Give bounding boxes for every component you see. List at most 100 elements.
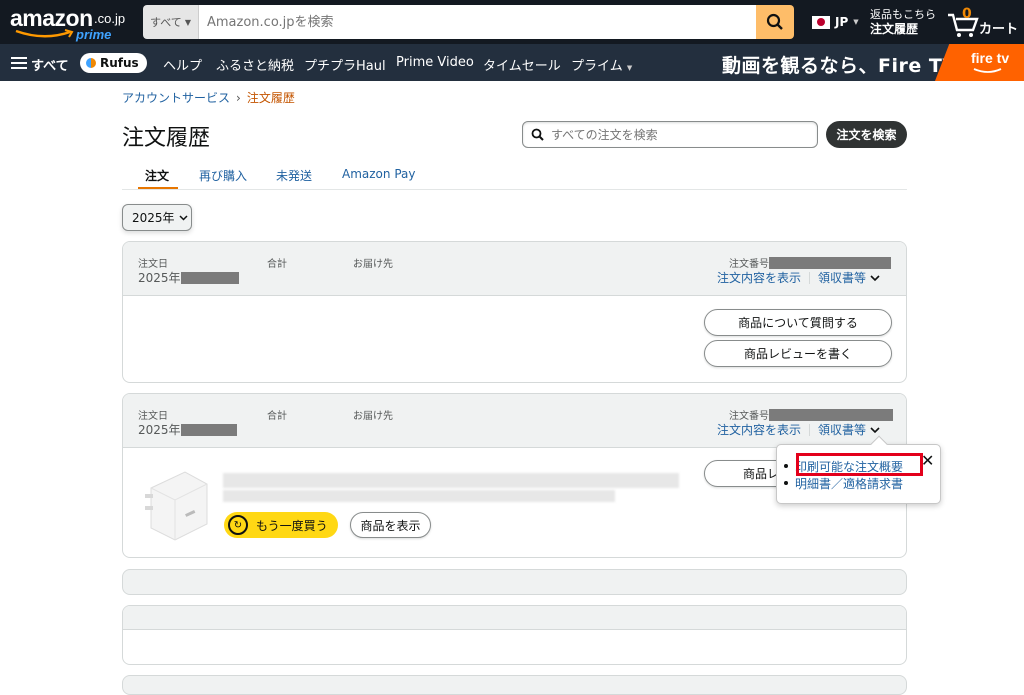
nav-help[interactable]: ヘルプ <box>163 55 202 74</box>
logo-tld: .co.jp <box>94 11 126 26</box>
redacted-block <box>180 423 237 436</box>
nav-all[interactable]: すべて <box>31 55 69 74</box>
ask-question-button[interactable]: 商品について質問する <box>704 309 892 336</box>
search-bar: すべて ▼ <box>143 5 794 39</box>
returns-orders-link[interactable]: 返品もこちら 注文履歴 <box>870 8 936 36</box>
order-ship-label: お届け先 <box>353 259 393 270</box>
cart-label: カート <box>979 22 1019 37</box>
search-icon <box>531 128 544 141</box>
tab-orders[interactable]: 注文 <box>145 167 169 184</box>
order-card-collapsed <box>122 569 907 595</box>
order-header-links: 注文内容を表示 領収書等 <box>717 269 880 286</box>
tab-amazon-pay[interactable]: Amazon Pay <box>342 167 415 181</box>
returns-line2: 注文履歴 <box>870 22 919 36</box>
nav-timesale[interactable]: タイムセール <box>483 55 561 74</box>
order-details-link[interactable]: 注文内容を表示 <box>717 269 801 286</box>
year-filter-select[interactable]: 2025年 <box>122 204 192 231</box>
order-search-button[interactable]: 注文を検索 <box>826 121 907 148</box>
amazon-logo[interactable]: amazon .co.jp prime <box>10 5 130 42</box>
product-image[interactable] <box>141 466 211 544</box>
nav-furusato[interactable]: ふるさと納税 <box>216 55 294 74</box>
fire-tv-logo: fire tv <box>971 50 1010 66</box>
fire-tv-badge[interactable]: fire tv <box>935 44 1024 81</box>
nav-prime-label: プライム <box>571 59 623 74</box>
caret-down-icon: ▼ <box>626 64 633 72</box>
smile-icon <box>15 29 74 38</box>
search-icon <box>766 13 783 30</box>
year-filter-label: 2025年 <box>132 211 175 225</box>
breadcrumb-current: 注文履歴 <box>246 91 295 105</box>
chevron-down-icon <box>870 275 880 282</box>
order-header-links: 注文内容を表示 領収書等 <box>717 421 880 438</box>
receipt-link[interactable]: 領収書等 <box>818 421 880 438</box>
popover-item-invoice[interactable]: 明細書／適格請求書 <box>784 475 904 492</box>
order-date-year: 2025年 <box>138 423 181 437</box>
nav-puchipura[interactable]: プチプラHaul <box>304 55 386 74</box>
order-date-label: 注文日 <box>138 259 168 270</box>
link-divider <box>809 271 811 284</box>
redacted-block <box>769 256 891 269</box>
order-ship-label: お届け先 <box>353 411 393 422</box>
bullet-icon <box>784 481 788 485</box>
order-search-box[interactable] <box>522 121 818 148</box>
nav-prime[interactable]: プライム ▼ <box>571 55 632 74</box>
tab-buy-again[interactable]: 再び購入 <box>199 167 247 184</box>
japan-flag-icon <box>812 15 830 29</box>
highlight-box <box>796 453 923 476</box>
order-number: 注文番号 <box>729 255 891 270</box>
redacted-block <box>769 408 893 421</box>
order-total-label: 合計 <box>267 259 287 270</box>
buy-again-button[interactable]: ↻ もう一度買う <box>224 512 338 538</box>
order-details-link[interactable]: 注文内容を表示 <box>717 421 801 438</box>
page-title: 注文履歴 <box>122 126 211 151</box>
sub-nav: すべて Rufus ヘルプ ふるさと納税 プチプラHaul Prime Vide… <box>0 44 1024 81</box>
order-number-label: 注文番号 <box>729 411 769 422</box>
chevron-down-icon <box>870 427 880 434</box>
order-search-input[interactable] <box>551 127 801 142</box>
returns-line1: 返品もこちら <box>870 8 936 21</box>
order-date-value: 2025年 <box>138 421 237 438</box>
cart-link[interactable]: 0 カート <box>946 6 1019 39</box>
charger-image <box>145 471 208 541</box>
order-date-value: 2025年 <box>138 269 239 286</box>
tab-active-underline <box>138 187 178 189</box>
search-category-select[interactable]: すべて ▼ <box>143 5 199 39</box>
hamburger-icon[interactable] <box>11 57 27 69</box>
search-category-label: すべて <box>150 16 182 29</box>
rufus-button[interactable]: Rufus <box>80 53 147 73</box>
order-total-label: 合計 <box>267 411 287 422</box>
language-selector[interactable]: JP ▼ <box>812 15 859 29</box>
search-button[interactable] <box>756 5 794 39</box>
rufus-icon <box>86 58 96 68</box>
fire-tv-promo[interactable]: 動画を観るなら、Fire TV <box>722 51 958 78</box>
refresh-icon: ↻ <box>228 515 248 535</box>
nav-prime-video[interactable]: Prime Video <box>396 55 474 70</box>
language-label: JP <box>835 15 849 29</box>
order-number: 注文番号 <box>729 407 893 422</box>
breadcrumb-account[interactable]: アカウントサービス <box>122 89 230 106</box>
link-divider <box>809 423 811 436</box>
search-input[interactable] <box>199 5 756 39</box>
order-date-year: 2025年 <box>138 271 181 285</box>
logo-prime: prime <box>76 27 112 42</box>
order-card-header: 注文日 2025年 合計 お届け先 注文番号 注文内容を表示 領収書等 <box>123 242 906 296</box>
top-nav: amazon .co.jp prime すべて ▼ JP ▼ 返品もこちら 注文… <box>0 0 1024 44</box>
product-title-blurred[interactable] <box>223 490 615 502</box>
rufus-label: Rufus <box>100 56 139 70</box>
order-card-header <box>123 606 906 630</box>
order-number-label: 注文番号 <box>729 259 769 270</box>
invoice-label: 明細書／適格請求書 <box>795 477 904 491</box>
receipt-link-label: 領収書等 <box>818 423 867 437</box>
view-item-button[interactable]: 商品を表示 <box>350 512 431 538</box>
order-date-label: 注文日 <box>138 411 168 422</box>
product-title-blurred[interactable] <box>223 473 679 488</box>
bullet-icon <box>784 464 788 468</box>
tab-not-shipped[interactable]: 未発送 <box>276 167 312 184</box>
write-review-button[interactable]: 商品レビューを書く <box>704 340 892 367</box>
close-icon[interactable]: ✕ <box>921 453 934 469</box>
breadcrumb: アカウントサービス › 注文履歴 <box>122 89 295 106</box>
order-card-collapsed <box>122 605 907 665</box>
receipt-link[interactable]: 領収書等 <box>818 269 880 286</box>
caret-down-icon: ▼ <box>853 18 859 26</box>
buy-again-label: もう一度買う <box>256 518 328 533</box>
